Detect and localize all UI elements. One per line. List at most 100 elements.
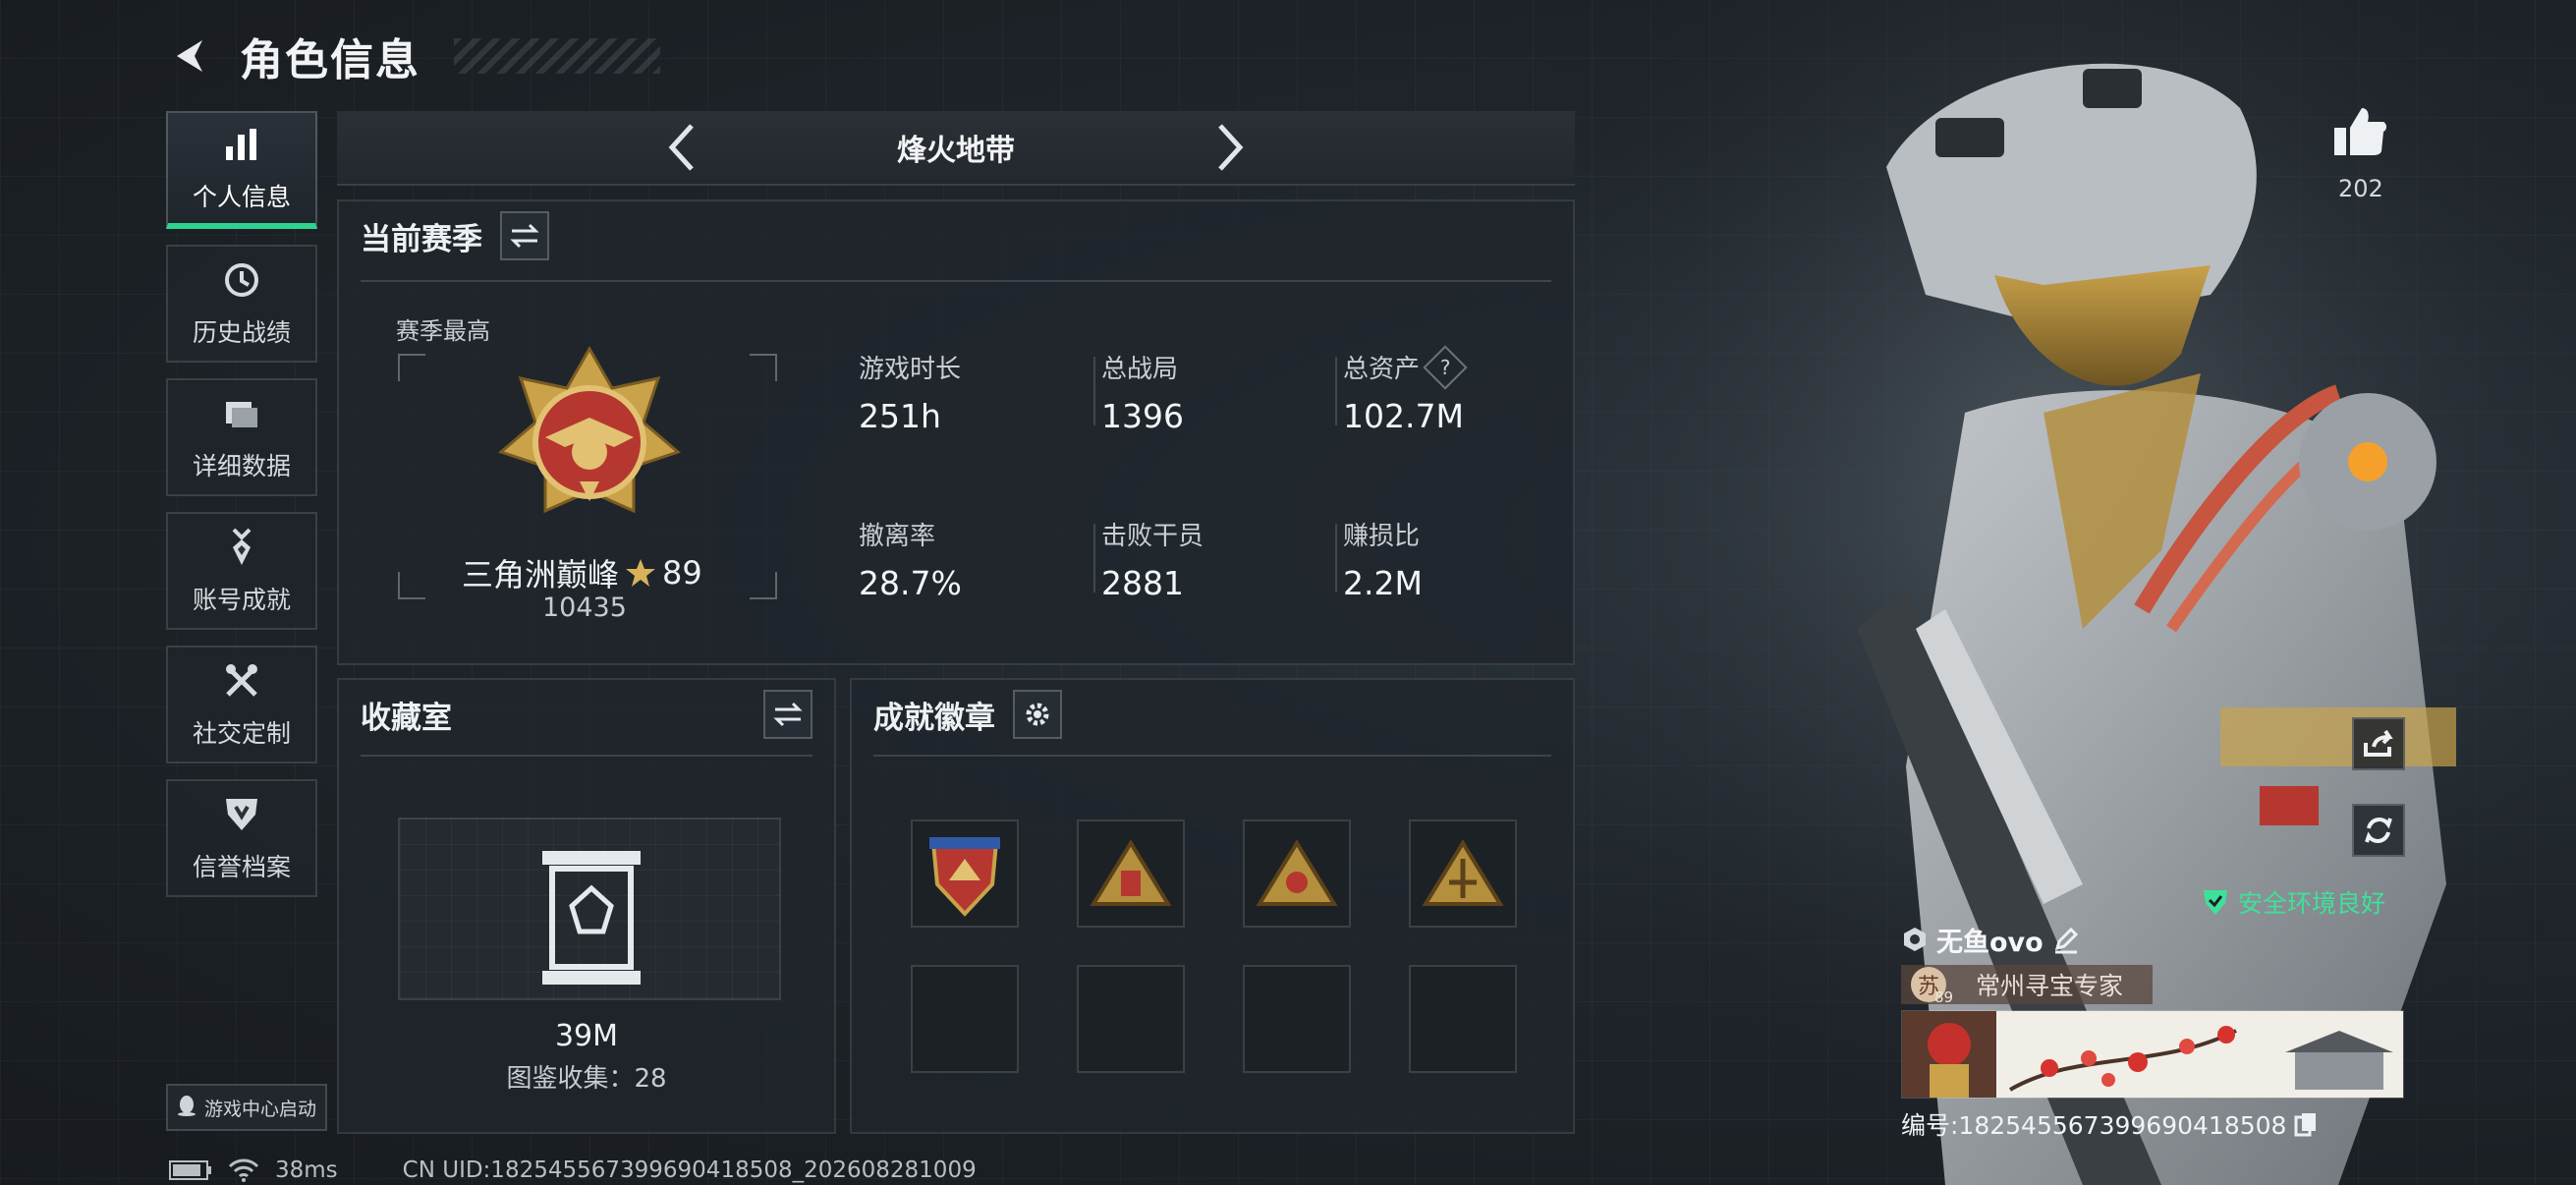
stat-label: 击败干员 <box>1101 522 1204 551</box>
collection-value: 39M <box>554 1019 619 1053</box>
stat-label: 总资产 <box>1343 355 1421 384</box>
shield-icon <box>220 793 263 836</box>
nav-item-social[interactable]: 社交定制 <box>166 646 317 763</box>
nav-item-details[interactable]: 详细数据 <box>166 378 317 496</box>
gear-icon <box>1026 703 1049 726</box>
battery-icon <box>169 1160 211 1180</box>
star-icon <box>626 559 656 587</box>
share-button[interactable] <box>2352 717 2405 770</box>
bar-chart-icon <box>220 123 263 166</box>
refresh-icon <box>2365 818 2392 843</box>
nav-label: 详细数据 <box>192 452 291 480</box>
refresh-button[interactable] <box>2352 804 2405 857</box>
stat-value: 1396 <box>1101 397 1184 435</box>
nav-item-profile[interactable]: 个人信息 <box>166 111 317 229</box>
badge-slot-empty[interactable] <box>1077 965 1185 1073</box>
player-uid-row: 编号:18254556739969041850​8 <box>1901 1106 2318 1142</box>
stat-playtime: 游戏时长 251h <box>859 349 961 435</box>
side-nav: 个人信息 历史战绩 详细数据 账号成就 社交定制 信誉档案 <box>166 111 317 897</box>
tools-icon <box>220 659 263 703</box>
stat-total-assets: 总资产 ? 102.7M <box>1335 344 1468 435</box>
vault-pedestal-icon <box>542 851 641 985</box>
stat-total-matches: 总战局 1396 <box>1093 349 1184 435</box>
header: 角色信息 <box>167 22 660 90</box>
stat-value: 2.2M <box>1343 564 1423 602</box>
prev-map-button[interactable] <box>656 118 705 177</box>
rank-stars: 89 <box>662 554 702 592</box>
rank-badge-icon <box>1904 928 1926 951</box>
ping: 38ms <box>275 1157 338 1183</box>
swap-icon <box>510 223 539 249</box>
badge-settings-button[interactable] <box>1013 690 1062 739</box>
stat-extraction-rate: 撤离率 28.7% <box>859 516 962 602</box>
qq-icon <box>177 1095 196 1121</box>
status-bar: 38ms CN UID:18254556739969041850​8_20260… <box>169 1157 977 1183</box>
game-center-launch-button[interactable]: 游戏中心启动 <box>166 1084 327 1131</box>
nav-label: 信誉档案 <box>192 853 291 881</box>
vault-display <box>398 818 781 1000</box>
rank-name-row: 三角洲巅峰 89 <box>462 550 702 595</box>
badge-slot[interactable] <box>1243 819 1351 928</box>
nav-label: 账号成就 <box>192 586 291 614</box>
security-status: 安全环境良好 <box>2201 884 2385 920</box>
triangle-badge-icon <box>1422 839 1504 906</box>
player-name-row: 无鱼ovo <box>1901 920 2081 959</box>
badge-slot-empty[interactable] <box>911 965 1019 1073</box>
nav-item-reputation[interactable]: 信誉档案 <box>166 779 317 897</box>
medal-icon <box>220 526 263 569</box>
collection-count: 图鉴收集：28 <box>506 1064 667 1094</box>
help-icon[interactable]: ? <box>1423 344 1468 390</box>
season-panel: 当前赛季 赛季最高 三角洲巅峰 89 10435 游戏时长 251h 总战局 1… <box>337 199 1575 665</box>
season-title: 当前赛季 <box>361 221 482 257</box>
player-uid: 编号:18254556739969041850​8 <box>1901 1111 2287 1140</box>
player-title-row: 苏 89 常州寻宝专家 <box>1901 965 2153 1006</box>
nav-label: 个人信息 <box>192 183 291 211</box>
share-icon <box>2364 729 2393 757</box>
stat-value: 102.7M <box>1343 397 1464 435</box>
collection-title: 收藏室 <box>361 700 452 736</box>
player-level: 89 <box>1934 988 1954 1006</box>
badge-slot[interactable] <box>1409 819 1517 928</box>
triangle-badge-icon <box>1256 839 1338 906</box>
uid-line: CN UID:18254556739969041850​8_2026082810… <box>402 1157 977 1183</box>
stat-label: 撤离率 <box>859 522 936 551</box>
stat-label: 赚损比 <box>1343 522 1421 551</box>
player-title: 常州寻宝专家 <box>1976 972 2124 1000</box>
nav-item-history[interactable]: 历史战绩 <box>166 245 317 363</box>
badge-slot[interactable] <box>911 819 1019 928</box>
divider <box>361 755 812 757</box>
back-arrow-icon[interactable] <box>167 32 214 80</box>
history-icon <box>220 258 263 302</box>
title-decoration <box>454 38 660 74</box>
copy-icon[interactable] <box>2294 1111 2318 1137</box>
shield-badge-icon <box>929 837 1000 917</box>
season-header: 当前赛季 <box>361 211 549 260</box>
badges-panel: 成就徽章 <box>850 678 1575 1134</box>
collection-header: 收藏室 <box>361 690 812 739</box>
swap-icon <box>773 702 803 727</box>
badges-title: 成就徽章 <box>873 700 995 736</box>
player-name: 无鱼ovo <box>1936 927 2044 958</box>
badge-slot-empty[interactable] <box>1409 965 1517 1073</box>
rank-emblem-icon <box>498 345 681 514</box>
player-avatar-badge: 苏 89 <box>1911 967 1953 1006</box>
rank-name: 三角洲巅峰 <box>462 556 620 593</box>
badge-slot[interactable] <box>1077 819 1185 928</box>
stat-label-row: 总资产 ? <box>1343 344 1468 390</box>
nav-label: 历史战绩 <box>192 318 291 347</box>
triangle-badge-icon <box>1090 839 1172 906</box>
like-button[interactable] <box>2332 106 2387 161</box>
stat-profit-loss: 赚损比 2.2M <box>1335 516 1423 602</box>
edit-icon[interactable] <box>2051 925 2081 954</box>
next-map-button[interactable] <box>1206 118 1256 177</box>
switch-collection-button[interactable] <box>763 690 812 739</box>
collection-panel[interactable]: 收藏室 39M 图鉴收集：28 <box>337 678 836 1134</box>
nav-item-achievements[interactable]: 账号成就 <box>166 512 317 630</box>
map-name: 烽火地带 <box>897 134 1015 168</box>
switch-season-button[interactable] <box>500 211 549 260</box>
divider <box>361 280 1551 282</box>
badge-slot-empty[interactable] <box>1243 965 1351 1073</box>
launch-label: 游戏中心启动 <box>203 1098 316 1120</box>
security-text: 安全环境良好 <box>2238 889 2386 918</box>
badges-header: 成就徽章 <box>873 690 1062 739</box>
